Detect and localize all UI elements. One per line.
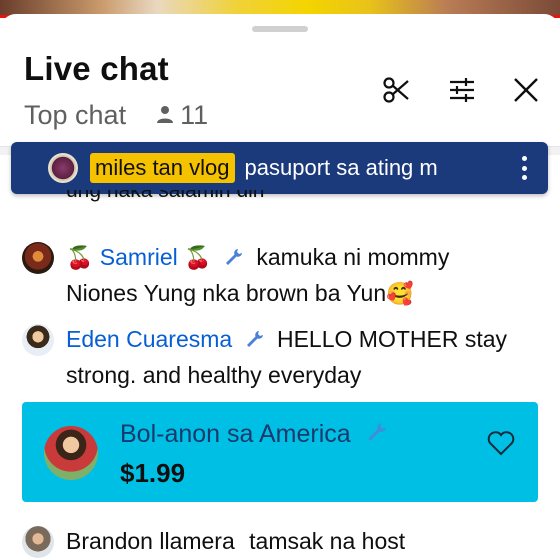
list-item: Eden Cuaresma HELLO MOTHER stay strong. … xyxy=(22,322,542,392)
pinned-author[interactable]: miles tan vlog xyxy=(90,153,235,183)
message-text: Niones Yung nka brown ba Yun xyxy=(66,279,387,306)
message-text: strong. and healthy everyday xyxy=(66,361,362,388)
avatar[interactable] xyxy=(44,426,98,480)
message-text: HELLO MOTHER stay xyxy=(276,326,508,352)
emoji: 🍒 xyxy=(184,245,212,270)
avatar[interactable] xyxy=(22,324,54,356)
author-name: Bol-anon sa America xyxy=(120,420,351,448)
wrench-icon xyxy=(245,324,265,358)
viewers-icon xyxy=(156,100,174,131)
avatar[interactable] xyxy=(22,242,54,274)
close-icon[interactable] xyxy=(510,74,542,106)
avatar xyxy=(48,153,78,183)
tune-icon[interactable] xyxy=(446,74,478,106)
list-item: ung naka salamin din xyxy=(66,190,264,204)
pinned-message-banner[interactable]: miles tan vlog pasuport sa ating m xyxy=(11,142,548,194)
scissors-icon[interactable] xyxy=(380,74,412,106)
emoji: 🥰 xyxy=(386,280,414,306)
author-name[interactable]: Eden Cuaresma xyxy=(66,326,232,352)
viewer-count: 11 xyxy=(180,100,209,130)
list-item: 🍒 Samriel 🍒 kamuka ni mommy Niones Yung … xyxy=(22,240,542,311)
super-chat-amount: $1.99 xyxy=(120,458,186,488)
wrench-icon xyxy=(224,242,244,276)
more-vert-icon[interactable] xyxy=(514,156,534,180)
drag-handle[interactable] xyxy=(252,26,308,32)
super-chat-author[interactable]: Bol-anon sa America xyxy=(120,420,388,450)
emoji: 🍒 xyxy=(66,245,94,270)
author-name[interactable]: Samriel xyxy=(100,244,178,270)
author-name[interactable]: Brandon llamera xyxy=(66,528,235,554)
super-chat-card[interactable]: Bol-anon sa America $1.99 xyxy=(22,402,538,502)
chat-mode-selector[interactable]: Top chat 11 xyxy=(24,100,208,131)
pinned-text: pasuport sa ating m xyxy=(244,155,438,180)
chat-mode-label: Top chat xyxy=(24,100,127,130)
message-text: tamsak na host xyxy=(249,528,406,554)
message-text: kamuka ni mommy xyxy=(256,244,450,270)
message-text: ung naka salamin din xyxy=(66,190,265,202)
heart-icon[interactable] xyxy=(486,428,516,458)
wrench-icon xyxy=(366,421,388,450)
list-item: Brandon llamera tamsak na host xyxy=(22,524,542,558)
avatar[interactable] xyxy=(22,526,54,558)
panel-title: Live chat xyxy=(24,50,169,87)
